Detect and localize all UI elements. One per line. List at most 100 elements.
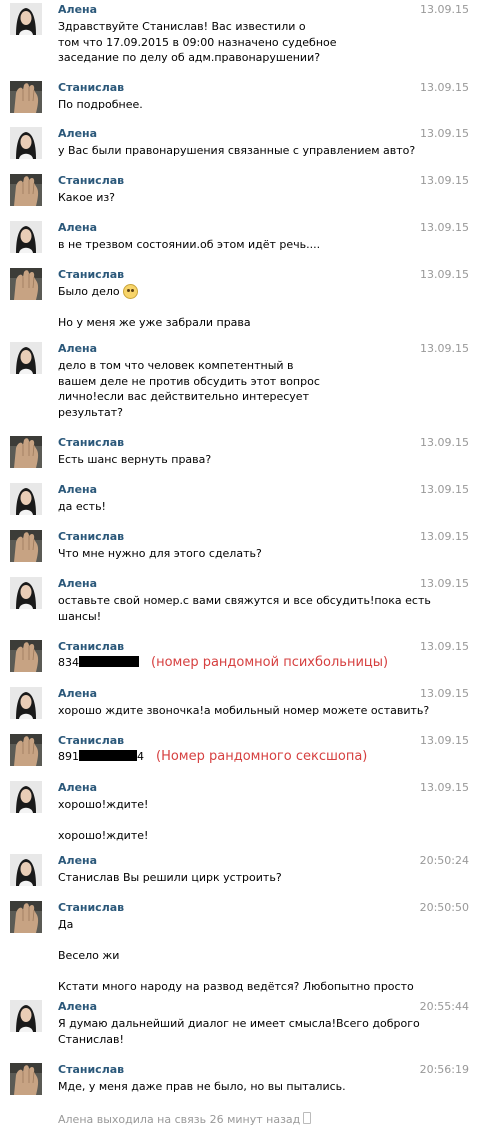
message-text-content: Здравствуйте Станислав! Вас известили о xyxy=(58,20,306,33)
avatar[interactable] xyxy=(10,1063,42,1095)
message-text-content: оставьте свой номер.с вами свяжутся и вс… xyxy=(58,594,431,607)
message-text-content: заседание по делу об адм.правонарушении? xyxy=(58,51,321,64)
message-text: хорошо!ждите! xyxy=(58,797,148,813)
last-seen-text: Алена выходила на связь 26 минут назад xyxy=(58,1113,301,1126)
avatar[interactable] xyxy=(10,81,42,113)
avatar[interactable] xyxy=(10,436,42,468)
message-text: Что мне нужно для этого сделать? xyxy=(58,546,262,562)
avatar[interactable] xyxy=(10,342,42,374)
message-text-content: Было дело xyxy=(58,285,120,298)
avatar[interactable] xyxy=(10,577,42,609)
message-text: Да xyxy=(58,917,73,933)
avatar[interactable] xyxy=(10,221,42,253)
message-text: Какое из? xyxy=(58,190,115,206)
message-text: у Вас были правонарушения связанные с уп… xyxy=(58,143,415,159)
message-text: дело в том что человек компетентный в xyxy=(58,358,294,374)
message-text-content: результат? xyxy=(58,405,124,419)
message-text-content: дело в том что человек компетентный в xyxy=(58,359,294,372)
avatar[interactable] xyxy=(10,127,42,159)
message-time[interactable]: 13.09.15 xyxy=(420,530,469,544)
sender-name[interactable]: Станислав xyxy=(58,268,124,282)
sender-name[interactable]: Станислав xyxy=(58,436,124,450)
message-text-content: Я думаю дальнейший диалог не имеет смысл… xyxy=(58,1017,420,1030)
message-time[interactable]: 13.09.15 xyxy=(420,781,469,795)
message-text: вашем деле не против обсудить этот вопро… xyxy=(58,374,320,390)
message-text-content: Какое из? xyxy=(58,191,116,204)
sender-name[interactable]: Алена xyxy=(58,342,97,356)
message-time[interactable]: 13.09.15 xyxy=(420,483,469,497)
message-text-content: 834 xyxy=(58,656,79,669)
sender-name[interactable]: Алена xyxy=(58,781,97,795)
sender-name[interactable]: Станислав xyxy=(58,901,124,915)
avatar[interactable] xyxy=(10,687,42,719)
avatar[interactable] xyxy=(10,530,42,562)
message-text: да есть! xyxy=(58,499,106,515)
message-text: лично!если вас действительно интересует xyxy=(58,389,309,405)
message-text: Кстати много народу на развод ведётся? Л… xyxy=(58,979,414,995)
message-text-content: хорошо!ждите! xyxy=(58,798,149,811)
message-text: оставьте свой номер.с вами свяжутся и вс… xyxy=(58,593,431,609)
message-text-content: Есть шанс вернуть права? xyxy=(58,453,212,466)
sender-name[interactable]: Алена xyxy=(58,687,97,701)
sender-name[interactable]: Алена xyxy=(58,577,97,591)
message-time[interactable]: 13.09.15 xyxy=(420,268,469,282)
message-time[interactable]: 13.09.15 xyxy=(420,3,469,17)
avatar[interactable] xyxy=(10,854,42,886)
message-time[interactable]: 13.09.15 xyxy=(420,640,469,654)
message-time[interactable]: 13.09.15 xyxy=(420,687,469,701)
sender-name[interactable]: Станислав xyxy=(58,174,124,188)
message-text: том что 17.09.2015 в 09:00 назначено суд… xyxy=(58,35,337,51)
avatar[interactable] xyxy=(10,268,42,300)
message-time[interactable]: 13.09.15 xyxy=(420,342,469,356)
sender-name[interactable]: Алена xyxy=(58,127,97,141)
avatar[interactable] xyxy=(10,1000,42,1032)
redacted-phone-number xyxy=(79,656,139,667)
avatar[interactable] xyxy=(10,3,42,35)
message-time[interactable]: 13.09.15 xyxy=(420,436,469,450)
sender-name[interactable]: Алена xyxy=(58,854,97,868)
message-text: Весело жи xyxy=(58,948,119,964)
annotation-note: (номер рандомной психбольницы) xyxy=(151,655,389,670)
message-text: По подробнее. xyxy=(58,97,143,113)
message-text-content: 891 xyxy=(58,750,79,763)
message-time[interactable]: 20:56:19 xyxy=(420,1063,469,1077)
avatar[interactable] xyxy=(10,640,42,672)
sender-name[interactable]: Алена xyxy=(58,1000,97,1014)
message-time[interactable]: 13.09.15 xyxy=(420,127,469,141)
message-time[interactable]: 13.09.15 xyxy=(420,734,469,748)
message-text: 834 (номер рандомной психбольницы) xyxy=(58,655,388,671)
sender-name[interactable]: Алена xyxy=(58,483,97,497)
sender-name[interactable]: Станислав xyxy=(58,734,124,748)
message-text-content: лично!если вас действительно интересует xyxy=(58,390,309,403)
message-text-content: Весело жи xyxy=(58,949,120,962)
sender-name[interactable]: Станислав xyxy=(58,640,124,654)
message-time[interactable]: 20:55:44 xyxy=(420,1000,469,1014)
message-text: Мде, у меня даже прав не было, но вы пыт… xyxy=(58,1079,346,1095)
avatar[interactable] xyxy=(10,901,42,933)
avatar[interactable] xyxy=(10,483,42,515)
message-time[interactable]: 13.09.15 xyxy=(420,221,469,235)
message-time[interactable]: 13.09.15 xyxy=(420,577,469,591)
sender-name[interactable]: Станислав xyxy=(58,1063,124,1077)
avatar[interactable] xyxy=(10,781,42,813)
sender-name[interactable]: Алена xyxy=(58,221,97,235)
message-text: заседание по делу об адм.правонарушении? xyxy=(58,50,320,66)
avatar[interactable] xyxy=(10,734,42,766)
message-text-content: том что 17.09.2015 в 09:00 назначено суд… xyxy=(58,35,337,49)
message-text-content: вашем деле не против обсудить этот вопро… xyxy=(58,374,320,388)
message-text-content: Станислав Вы решили цирк устроить? xyxy=(58,871,282,884)
sender-name[interactable]: Станислав xyxy=(58,81,124,95)
message-time[interactable]: 13.09.15 xyxy=(420,174,469,188)
rolling-eyes-emoji-icon xyxy=(122,284,138,299)
avatar[interactable] xyxy=(10,174,42,206)
message-text-content: шансы! xyxy=(58,609,102,623)
last-seen-status: Алена выходила на связь 26 минут назад xyxy=(58,1112,312,1127)
message-time[interactable]: 20:50:50 xyxy=(420,901,469,915)
sender-name[interactable]: Алена xyxy=(58,3,97,17)
message-text-content: Но у меня же уже забрали права xyxy=(58,316,251,329)
sender-name[interactable]: Станислав xyxy=(58,530,124,544)
message-time[interactable]: 13.09.15 xyxy=(420,81,469,95)
message-text-content: у Вас были правонарушения связанные с уп… xyxy=(58,144,416,157)
message-time[interactable]: 20:50:24 xyxy=(420,854,469,868)
message-text: хорошо!ждите! xyxy=(58,828,148,844)
